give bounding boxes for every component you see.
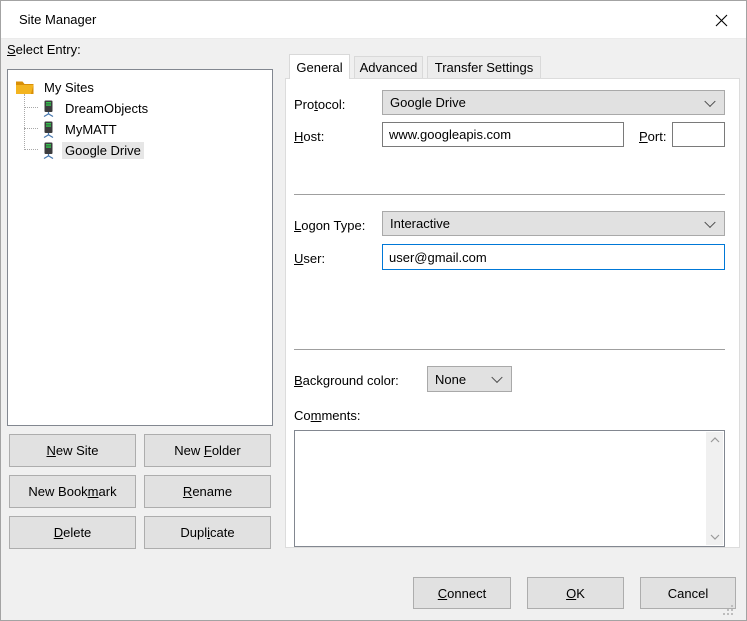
tree-item-label: Google Drive [62,142,144,159]
tree-connector [24,107,38,108]
user-label: User: [294,251,325,266]
folder-icon [15,80,35,95]
tab-advanced[interactable]: Advanced [354,56,423,78]
window-title: Site Manager [19,12,96,27]
host-label: Host: [294,129,324,144]
tree-item-label: My Sites [41,79,97,96]
rename-button[interactable]: Rename [144,475,271,508]
comments-textarea[interactable] [294,430,725,547]
server-icon [41,100,55,117]
separator [294,349,725,350]
scroll-down-icon[interactable] [710,534,720,540]
logon-type-value: Interactive [390,216,450,231]
user-input[interactable] [382,244,725,270]
protocol-label: Protocol: [294,97,345,112]
new-site-button[interactable]: New Site [9,434,136,467]
tree-connector [24,149,38,150]
port-input[interactable] [672,122,725,147]
host-input[interactable] [382,122,624,147]
delete-button[interactable]: Delete [9,516,136,549]
logon-type-dropdown[interactable]: Interactive [382,211,725,236]
connect-button[interactable]: Connect [413,577,511,609]
select-entry-label: Select Entry: [7,42,81,57]
cancel-button[interactable]: Cancel [640,577,736,609]
site-manager-dialog: Site Manager Select Entry: My Sites [0,0,747,621]
new-folder-button[interactable]: New Folder [144,434,271,467]
tree-connector-vertical [24,94,25,150]
new-bookmark-button[interactable]: New Bookmark [9,475,136,508]
resize-grip[interactable] [731,605,733,607]
chevron-down-icon [704,95,715,106]
close-icon [714,13,729,28]
tree-item-label: MyMATT [62,121,120,138]
separator [294,194,725,195]
tree-item-my-sites[interactable]: My Sites [15,77,97,97]
logon-type-label: Logon Type: [294,218,365,233]
server-icon [41,121,55,138]
background-color-dropdown[interactable]: None [427,366,512,392]
comments-label: Comments: [294,408,360,423]
server-icon [41,142,55,159]
chevron-down-icon [704,216,715,227]
comments-scrollbar[interactable] [706,432,723,545]
tab-transfer-settings[interactable]: Transfer Settings [427,56,541,78]
background-color-label: Background color: [294,373,399,388]
tree-item-site[interactable]: MyMATT [41,119,120,139]
tree-item-label: DreamObjects [62,100,151,117]
scroll-up-icon[interactable] [710,437,720,443]
protocol-dropdown[interactable]: Google Drive [382,90,725,115]
background-color-value: None [435,372,466,387]
protocol-value: Google Drive [390,95,466,110]
title-bar: Site Manager [1,1,746,39]
site-tree: My Sites DreamObjects MyMATT [7,69,273,426]
ok-button[interactable]: OK [527,577,624,609]
tree-item-site[interactable]: DreamObjects [41,98,151,118]
general-tab-panel: Protocol: Google Drive Host: Port: Logon… [285,78,740,548]
chevron-down-icon [491,372,502,383]
tab-general[interactable]: General [289,54,350,79]
tree-connector [24,128,38,129]
duplicate-button[interactable]: Duplicate [144,516,271,549]
port-label: Port: [639,129,666,144]
close-button[interactable] [704,5,738,35]
tree-item-site-selected[interactable]: Google Drive [41,140,144,160]
